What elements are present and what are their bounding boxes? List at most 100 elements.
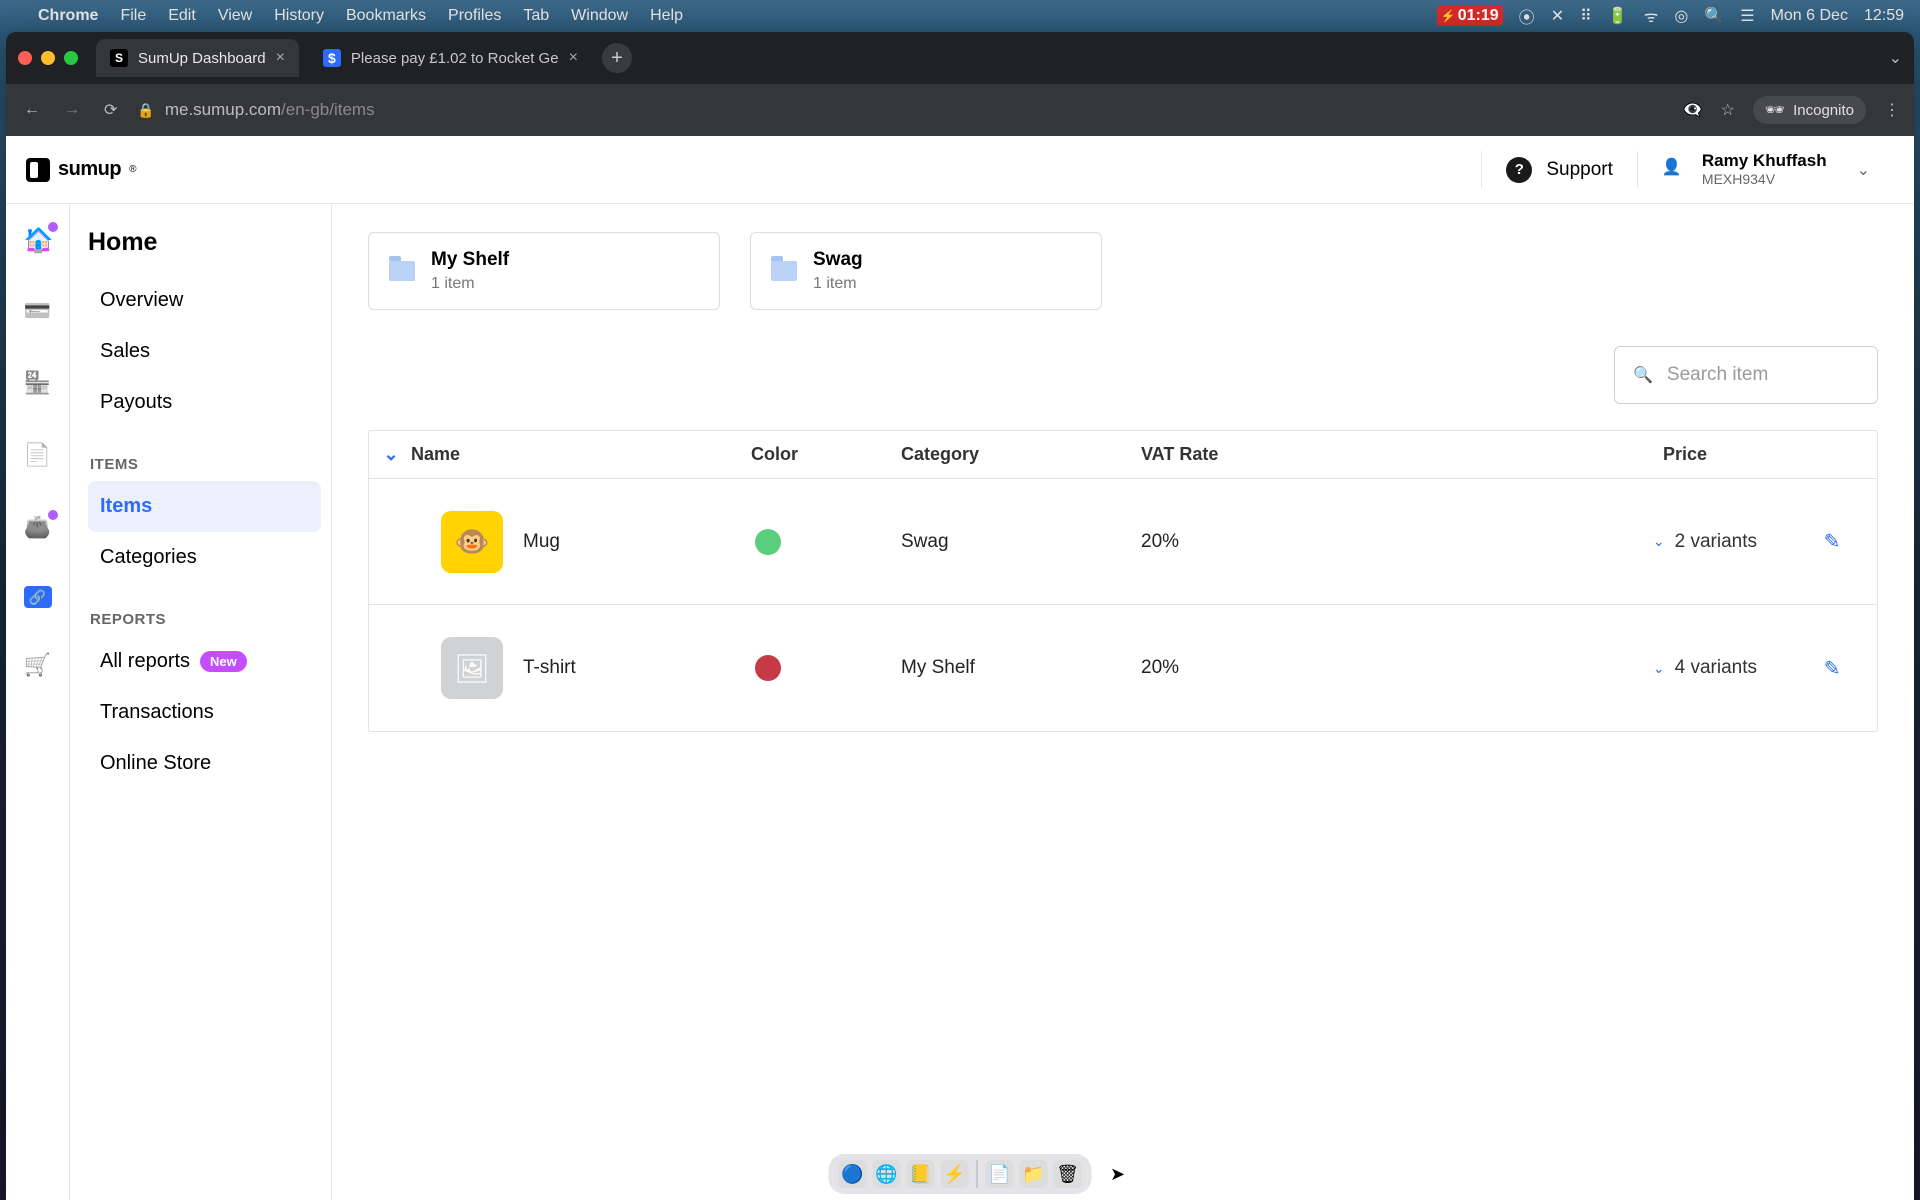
menubar-bookmarks[interactable]: Bookmarks (346, 7, 426, 25)
mouse-cursor: ➤ (1110, 1164, 1125, 1185)
nav-reload-button[interactable]: ⟳ (100, 96, 121, 124)
table-row[interactable]: 🖼 T-shirt My Shelf 20% ⌄4 variants ✎ (369, 605, 1877, 731)
th-name[interactable]: Name (411, 444, 751, 465)
sidebar-section-items: ITEMS (90, 456, 321, 473)
rail-home-icon[interactable] (24, 226, 52, 254)
menubar-clock[interactable]: 12:59 (1864, 7, 1904, 25)
dock-doc-icon[interactable]: 📄 (986, 1160, 1014, 1188)
rail-link-icon[interactable]: 🔗 (24, 586, 52, 608)
sidebar-item-overview[interactable]: Overview (88, 275, 321, 326)
brand-logo[interactable]: sumup® (26, 158, 136, 182)
chrome-window: S SumUp Dashboard × $ Please pay £1.02 t… (6, 32, 1914, 1200)
folder-card[interactable]: Swag 1 item (750, 232, 1102, 310)
browser-tab-active[interactable]: S SumUp Dashboard × (96, 39, 299, 77)
menubar-status-icon-3[interactable]: ⠿ (1580, 6, 1592, 26)
sort-chevron-icon[interactable]: ⌄ (371, 444, 411, 465)
account-menu[interactable]: 👤 Ramy Khuffash MEXH934V ⌄ (1637, 151, 1894, 188)
menubar-help[interactable]: Help (650, 7, 683, 25)
sidebar-item-online-store[interactable]: Online Store (88, 738, 321, 789)
tabs-dropdown-icon[interactable]: ⌄ (1889, 48, 1902, 68)
rail-wallet-icon[interactable] (24, 298, 52, 326)
dock-trash-icon[interactable]: 🗑 (1054, 1160, 1082, 1188)
search-input[interactable] (1667, 364, 1912, 386)
dock-chrome-icon[interactable]: 🌐 (873, 1160, 901, 1188)
menubar-view[interactable]: View (218, 7, 252, 25)
price-variants-toggle[interactable]: ⌄2 variants (1521, 531, 1787, 553)
item-thumbnail: 🖼 (441, 637, 503, 699)
sidebar-item-payouts[interactable]: Payouts (88, 377, 321, 428)
menubar-profiles[interactable]: Profiles (448, 7, 501, 25)
user-icon: 👤 (1662, 157, 1688, 183)
address-bar[interactable]: 🔒 me.sumup.com/en-gb/items (137, 100, 1666, 120)
chrome-toolbar: ← → ⟳ 🔒 me.sumup.com/en-gb/items 👁‍🗨 ☆ 🕶… (6, 84, 1914, 136)
variants-label: 4 variants (1675, 657, 1757, 679)
incognito-icon: 🕶 (1765, 100, 1785, 120)
window-minimize-button[interactable] (41, 51, 55, 65)
folder-name: Swag (813, 249, 863, 271)
menubar-window[interactable]: Window (571, 7, 628, 25)
item-vat: 20% (1141, 531, 1521, 553)
tab-title: SumUp Dashboard (138, 50, 266, 67)
folder-card[interactable]: My Shelf 1 item (368, 232, 720, 310)
price-variants-toggle[interactable]: ⌄4 variants (1521, 657, 1787, 679)
th-category[interactable]: Category (901, 444, 1141, 465)
sidebar-item-items[interactable]: Items (88, 481, 321, 532)
app-header: sumup® ? Support 👤 Ramy Khuffash MEXH934… (6, 136, 1914, 204)
sidebar-item-categories[interactable]: Categories (88, 532, 321, 583)
rail-store-icon[interactable] (24, 370, 52, 398)
th-vat[interactable]: VAT Rate (1141, 444, 1521, 465)
nav-forward-button[interactable]: → (60, 97, 84, 123)
menubar-battery-badge[interactable]: 01:19 (1437, 6, 1503, 26)
support-button[interactable]: ? Support (1481, 151, 1637, 188)
menubar-status-icon-2[interactable]: ✕ (1551, 6, 1564, 26)
edit-icon[interactable]: ✎ (1787, 656, 1877, 681)
folder-icon (771, 261, 797, 281)
variants-label: 2 variants (1675, 531, 1757, 553)
window-fullscreen-button[interactable] (64, 51, 78, 65)
dock-finder-icon[interactable]: 🔵 (839, 1160, 867, 1188)
chrome-menu-icon[interactable]: ⋮ (1884, 100, 1900, 120)
sidebar-item-sales[interactable]: Sales (88, 326, 321, 377)
window-close-button[interactable] (18, 51, 32, 65)
tab-close-icon[interactable]: × (569, 49, 578, 67)
item-category: Swag (901, 531, 1141, 553)
tracking-blocked-icon[interactable]: 👁‍🗨 (1683, 100, 1703, 120)
menubar-tab[interactable]: Tab (523, 7, 549, 25)
menubar-control-center-icon[interactable]: ☰ (1740, 6, 1754, 26)
sidebar-title: Home (88, 228, 321, 257)
menubar-power-icon[interactable]: 🔋 (1608, 6, 1628, 26)
incognito-badge[interactable]: 🕶Incognito (1753, 96, 1866, 124)
menubar-app[interactable]: Chrome (38, 7, 98, 25)
th-price[interactable]: Price (1521, 444, 1787, 465)
item-thumbnail: 🐵 (441, 511, 503, 573)
rail-cart-icon[interactable] (24, 652, 52, 680)
bookmark-star-icon[interactable]: ☆ (1720, 100, 1734, 120)
dock-app-icon[interactable]: ⚡ (941, 1160, 969, 1188)
items-table: ⌄ Name Color Category VAT Rate Price 🐵 M… (368, 430, 1878, 732)
menubar-file[interactable]: File (120, 7, 146, 25)
menubar-date[interactable]: Mon 6 Dec (1771, 7, 1848, 25)
nav-back-button[interactable]: ← (20, 97, 44, 123)
browser-tab[interactable]: $ Please pay £1.02 to Rocket Ge × (309, 39, 592, 77)
menubar-status-icon-1[interactable]: ⦿ (1519, 4, 1535, 28)
menubar-wifi-icon[interactable]: ᯤ (1644, 5, 1659, 27)
dock-notes-icon[interactable]: 📒 (907, 1160, 935, 1188)
th-color[interactable]: Color (751, 444, 901, 465)
menubar-user-icon[interactable]: ◎ (1674, 6, 1688, 26)
search-box[interactable]: 🔍 (1614, 346, 1878, 404)
rail-wallet2-icon[interactable] (24, 514, 52, 542)
dock-folder-icon[interactable]: 📁 (1020, 1160, 1048, 1188)
menubar-history[interactable]: History (274, 7, 324, 25)
brand-mark-icon (26, 158, 50, 182)
edit-icon[interactable]: ✎ (1787, 529, 1877, 554)
new-tab-button[interactable]: + (602, 43, 632, 73)
rail-document-icon[interactable] (24, 442, 52, 470)
menubar-spotlight-icon[interactable]: 🔍 (1704, 6, 1724, 26)
sidebar-item-all-reports[interactable]: All reports New (88, 636, 321, 687)
sidebar-section-reports: REPORTS (90, 611, 321, 628)
menubar-edit[interactable]: Edit (168, 7, 196, 25)
tab-close-icon[interactable]: × (276, 49, 285, 67)
table-header-row: ⌄ Name Color Category VAT Rate Price (369, 431, 1877, 479)
sidebar-item-transactions[interactable]: Transactions (88, 687, 321, 738)
table-row[interactable]: 🐵 Mug Swag 20% ⌄2 variants ✎ (369, 479, 1877, 605)
